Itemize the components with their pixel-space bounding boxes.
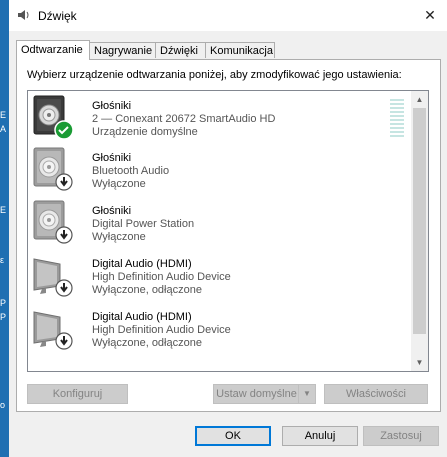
speaker-icon (32, 95, 74, 141)
tab-recording[interactable]: Nagrywanie (89, 42, 156, 58)
speaker-icon (18, 10, 29, 20)
desktop-background-strip: E A E ε P P o (0, 0, 9, 457)
background-letter: ε (0, 255, 5, 265)
device-status: Wyłączone (92, 231, 146, 243)
window-title: Dźwięk (38, 9, 77, 23)
device-name: Digital Audio (HDMI) (92, 258, 192, 270)
cancel-button[interactable]: Anuluj (282, 426, 358, 446)
apply-button[interactable]: Zastosuj (363, 426, 439, 446)
monitor-icon (32, 253, 74, 299)
close-button[interactable]: ✕ (413, 0, 447, 31)
speaker-icon (32, 147, 74, 193)
device-item[interactable]: Digital Audio (HDMI) High Definition Aud… (28, 303, 412, 355)
device-status: Wyłączone, odłączone (92, 284, 202, 296)
properties-button[interactable]: Właściwości (324, 384, 428, 404)
background-letter: P (0, 312, 7, 322)
device-description: High Definition Audio Device (92, 324, 231, 336)
vertical-scrollbar[interactable]: ▲ ▼ (411, 91, 428, 371)
device-description: Bluetooth Audio (92, 165, 170, 177)
scroll-up-icon[interactable]: ▲ (411, 91, 428, 108)
device-description: High Definition Audio Device (92, 271, 231, 283)
tab-playback[interactable]: Odtwarzanie (16, 40, 90, 60)
tab-sounds[interactable]: Dźwięki (155, 42, 206, 58)
device-name: Głośniki (92, 152, 132, 164)
configure-button[interactable]: Konfiguruj (27, 384, 128, 404)
instruction-text: Wybierz urządzenie odtwarzania poniżej, … (27, 69, 402, 81)
ok-button[interactable]: OK (195, 426, 271, 446)
background-letter: A (0, 124, 7, 134)
chevron-down-icon[interactable]: ▼ (298, 385, 315, 403)
scroll-down-icon[interactable]: ▼ (411, 354, 428, 371)
volume-level-meter (390, 99, 404, 139)
speaker-icon (32, 200, 74, 246)
tab-communications[interactable]: Komunikacja (205, 42, 275, 58)
set-default-label: Ustaw domyślne (216, 388, 297, 400)
sound-dialog: Dźwięk ✕ Odtwarzanie Nagrywanie Dźwięki … (9, 0, 447, 457)
background-letter: E (0, 205, 7, 215)
device-item[interactable]: Głośniki Bluetooth Audio Wyłączone (28, 144, 412, 196)
device-item[interactable]: Głośniki Digital Power Station Wyłączone (28, 197, 412, 249)
device-item[interactable]: Głośniki 2 — Conexant 20672 SmartAudio H… (28, 92, 412, 144)
set-default-button[interactable]: Ustaw domyślne ▼ (213, 384, 316, 404)
device-name: Digital Audio (HDMI) (92, 311, 192, 323)
background-letter: o (0, 400, 6, 410)
device-description: Digital Power Station (92, 218, 195, 230)
device-list[interactable]: Głośniki 2 — Conexant 20672 SmartAudio H… (27, 90, 429, 372)
playback-panel: Wybierz urządzenie odtwarzania poniżej, … (16, 59, 441, 412)
device-status: Urządzenie domyślne (92, 126, 198, 138)
device-description: 2 — Conexant 20672 SmartAudio HD (92, 113, 276, 125)
device-name: Głośniki (92, 100, 132, 112)
background-letter: P (0, 298, 7, 308)
title-bar: Dźwięk ✕ (9, 0, 447, 31)
monitor-icon (32, 306, 74, 352)
device-item[interactable]: Digital Audio (HDMI) High Definition Aud… (28, 250, 412, 302)
device-name: Głośniki (92, 205, 132, 217)
background-letter: E (0, 110, 7, 120)
device-status: Wyłączone (92, 178, 146, 190)
scroll-thumb[interactable] (413, 108, 426, 334)
device-status: Wyłączone, odłączone (92, 337, 202, 349)
